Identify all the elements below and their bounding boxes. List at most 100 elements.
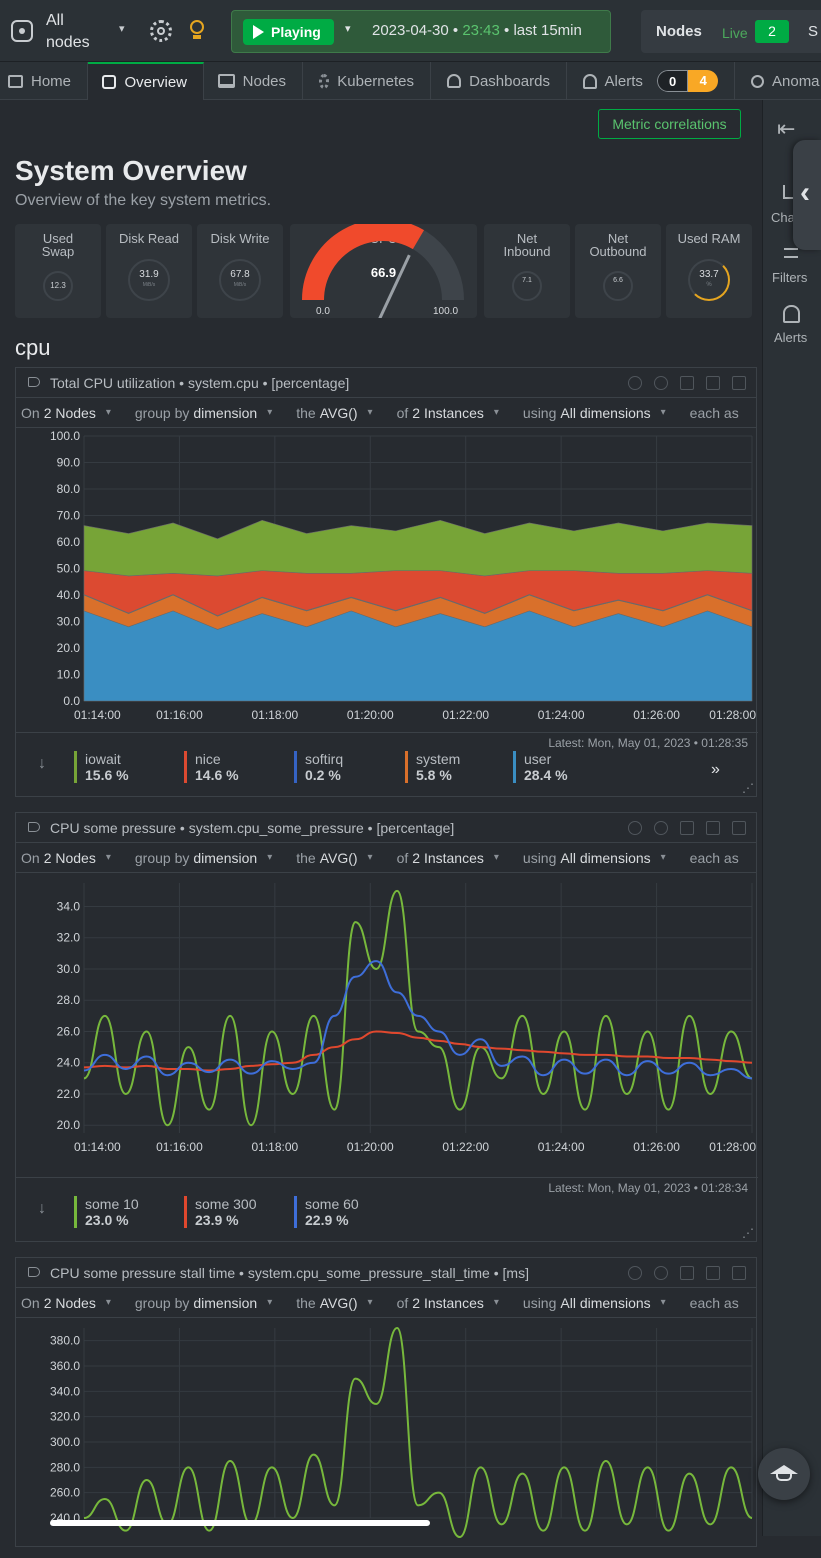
legend-item-nice[interactable]: nice 14.6 %: [184, 751, 239, 783]
x-tick-label: 01:18:00: [251, 708, 298, 722]
aggregation-selector-prefix: the: [296, 849, 316, 866]
zoom-icon[interactable]: [628, 821, 642, 835]
resize-handle-icon[interactable]: ⋰: [742, 1226, 754, 1240]
legend-sort-arrow-icon[interactable]: ↓: [38, 1200, 46, 1218]
collapse-panel-icon[interactable]: ⇤: [777, 116, 795, 142]
lightbulb-icon[interactable]: [188, 20, 206, 40]
zoom-icon[interactable]: [628, 1266, 642, 1280]
time-range-display[interactable]: 2023-04-30 • 23:43 • last 15min: [372, 22, 582, 39]
expand-side-handle[interactable]: ‹: [793, 140, 821, 250]
fullscreen-icon[interactable]: [706, 1266, 720, 1280]
tab-kubernetes[interactable]: Kubernetes: [303, 62, 431, 100]
playing-button[interactable]: Playing: [243, 19, 334, 45]
card-used-swap[interactable]: Used Swap 12.3: [15, 224, 101, 318]
gear-icon[interactable]: [150, 20, 172, 42]
each-as-selector[interactable]: each as: [690, 1295, 739, 1311]
chevron-down-icon: ▾: [493, 1297, 499, 1308]
zoom-icon[interactable]: [628, 376, 642, 390]
legend-item-some-60[interactable]: some 60 22.9 %: [294, 1196, 359, 1228]
card-net-inbound[interactable]: Net Inbound 7.1: [484, 224, 570, 318]
tab-alerts[interactable]: Alerts 0 4: [567, 62, 735, 100]
anomaly-icon[interactable]: [680, 376, 694, 390]
chevron-down-icon: ▾: [105, 407, 111, 418]
tab-home[interactable]: Home: [0, 62, 88, 100]
legend-item-softirq[interactable]: softirq 0.2 %: [294, 751, 343, 783]
chart-plot[interactable]: 34.0 32.0 30.0 28.0 26.0 24.0 22.0 20.0 01:14:00…: [16, 873, 758, 1173]
legend-more-icon[interactable]: »: [711, 761, 720, 779]
node-scope-icon[interactable]: [11, 20, 33, 42]
each-as-selector[interactable]: each as: [690, 405, 739, 421]
filters-label[interactable]: Filters: [772, 270, 807, 285]
card-disk-write[interactable]: Disk Write 67.8 MiB/s: [197, 224, 283, 318]
chart-tag-icon: [28, 1267, 40, 1277]
instances-selector[interactable]: of 2 Instances ▾: [397, 850, 499, 866]
aggregation-selector[interactable]: the AVG() ▾: [296, 405, 372, 421]
nodes-selector[interactable]: On 2 Nodes ▾: [21, 405, 111, 421]
tab-anomalies[interactable]: Anoma: [735, 62, 821, 100]
each-as-selector[interactable]: each as: [690, 850, 739, 866]
aggregation-selector[interactable]: the AVG() ▾: [296, 1295, 372, 1311]
chart-type-icon[interactable]: [732, 376, 746, 390]
legend-series-name: softirq: [305, 751, 344, 767]
y-tick-label: 50.0: [57, 562, 81, 576]
card-disk-read[interactable]: Disk Read 31.9 MiB/s: [106, 224, 192, 318]
dimensions-selector-value: All dimensions: [560, 849, 651, 866]
x-tick-label: 01:18:00: [251, 1140, 298, 1154]
learn-graduation-cap-button[interactable]: [758, 1448, 810, 1500]
group-by-selector-value: dimension: [193, 849, 258, 866]
tab-nodes-label: Nodes: [242, 72, 286, 90]
fullscreen-icon[interactable]: [706, 376, 720, 390]
filter-icon[interactable]: [784, 248, 798, 258]
anomaly-icon[interactable]: [680, 821, 694, 835]
tab-dashboards[interactable]: Dashboards: [431, 62, 567, 100]
nodes-selector[interactable]: On 2 Nodes ▾: [21, 1295, 111, 1311]
chart-plot[interactable]: 100.0 90.0 80.0 70.0 60.0 50.0 40.0 30.0 20.0 10.…: [16, 428, 758, 733]
dimensions-selector[interactable]: using All dimensions ▾: [523, 405, 666, 421]
cpu-gauge-value: 66.9: [370, 265, 397, 280]
aggregation-selector-value: AVG(): [319, 404, 358, 421]
group-by-selector-prefix: group by: [134, 404, 190, 421]
dimensions-selector[interactable]: using All dimensions ▾: [523, 1295, 666, 1311]
group-by-selector[interactable]: group by dimension ▾: [135, 405, 272, 421]
legend-item-some-300[interactable]: some 300 23.9 %: [184, 1196, 256, 1228]
group-by-selector[interactable]: group by dimension ▾: [135, 850, 272, 866]
aggregation-selector[interactable]: the AVG() ▾: [296, 850, 372, 866]
legend-sort-arrow-icon[interactable]: ↓: [38, 755, 46, 773]
alerts-badge[interactable]: 0 4: [656, 70, 718, 92]
chart-type-icon[interactable]: [732, 821, 746, 835]
resize-handle-icon[interactable]: ⋰: [742, 781, 754, 795]
dimensions-selector[interactable]: using All dimensions ▾: [523, 850, 666, 866]
info-icon[interactable]: [654, 1266, 668, 1280]
alerts-panel-label[interactable]: Alerts: [774, 330, 807, 345]
nodes-selector[interactable]: On 2 Nodes ▾: [21, 850, 111, 866]
card-used-ram[interactable]: Used RAM 33.7 %: [666, 224, 752, 318]
node-scope-selector[interactable]: All nodes: [46, 10, 104, 54]
nodes-label[interactable]: Nodes: [656, 23, 702, 40]
metric-correlations-button[interactable]: Metric correlations: [598, 109, 741, 139]
tab-nodes[interactable]: Nodes: [204, 62, 303, 100]
chevron-down-icon: ▾: [493, 407, 499, 418]
y-tick-label: 30.0: [57, 615, 81, 629]
instances-selector[interactable]: of 2 Instances ▾: [397, 405, 499, 421]
fullscreen-icon[interactable]: [706, 821, 720, 835]
chevron-down-icon[interactable]: ▾: [119, 22, 125, 35]
alerts-bell-icon[interactable]: [783, 305, 800, 323]
info-icon[interactable]: [654, 376, 668, 390]
chart-type-icon[interactable]: [732, 1266, 746, 1280]
legend-item-some-10[interactable]: some 10 23.0 %: [74, 1196, 139, 1228]
charts-label[interactable]: Cha: [771, 210, 795, 225]
live-count-badge[interactable]: 2: [755, 20, 789, 43]
legend-series-value: 22.9 %: [305, 1212, 349, 1228]
legend-item-system[interactable]: system 5.8 %: [405, 751, 460, 783]
instances-selector[interactable]: of 2 Instances ▾: [397, 1295, 499, 1311]
tab-overview[interactable]: Overview: [88, 62, 204, 100]
anomaly-icon[interactable]: [680, 1266, 694, 1280]
card-cpu[interactable]: CPU 66.9 0.0 100.0: [290, 224, 477, 318]
legend-item-iowait[interactable]: iowait 15.6 %: [74, 751, 129, 783]
group-by-selector[interactable]: group by dimension ▾: [135, 1295, 272, 1311]
card-net-outbound[interactable]: Net Outbound 6.6: [575, 224, 661, 318]
info-icon[interactable]: [654, 821, 668, 835]
nodes-selector-prefix: On: [21, 404, 40, 421]
legend-item-user[interactable]: user 28.4 %: [513, 751, 568, 783]
play-options-chevron-icon[interactable]: ▾: [345, 22, 351, 35]
